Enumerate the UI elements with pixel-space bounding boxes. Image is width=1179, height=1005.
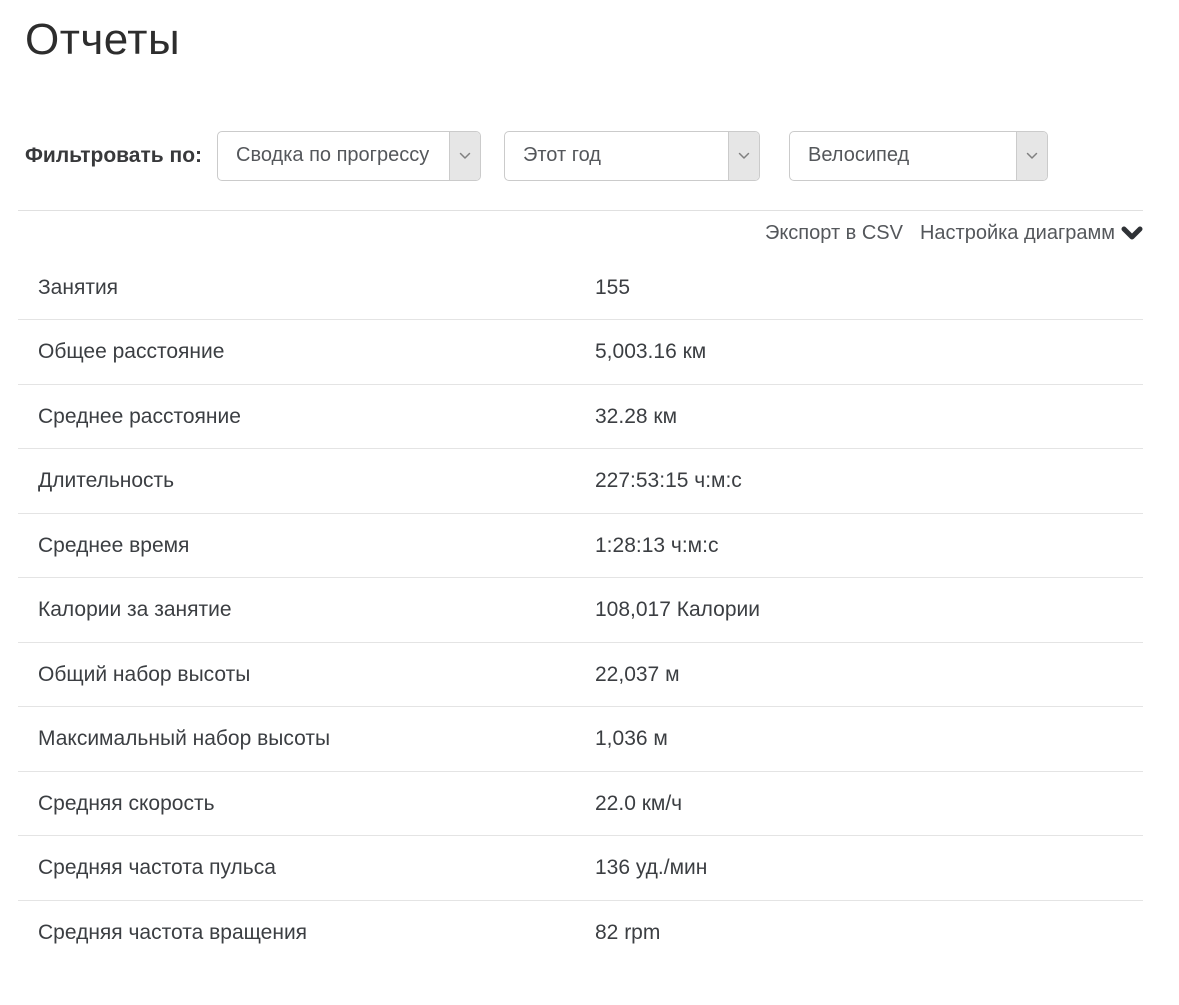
stat-value: 32.28 км [595,405,677,429]
date-range-select-value: Этот год [505,144,601,167]
chevron-down-icon [728,132,759,180]
activity-type-select[interactable]: Велосипед [789,131,1048,181]
stat-label: Длительность [18,469,595,493]
table-row: Среднее расстояние 32.28 км [18,385,1143,450]
stat-label: Средняя частота пульса [18,856,595,880]
stat-label: Максимальный набор высоты [18,727,595,751]
report-type-select[interactable]: Сводка по прогрессу [217,131,481,181]
filter-bar: Фильтровать по: Сводка по прогрессу Этот… [25,131,1179,181]
page-title: Отчеты [0,0,1179,67]
stat-value: 1,036 м [595,727,668,751]
table-row: Среднее время 1:28:13 ч:м:с [18,514,1143,579]
chart-settings-link[interactable]: Настройка диаграмм [920,222,1143,245]
stat-value: 155 [595,276,630,300]
table-row: Калории за занятие 108,017 Калории [18,578,1143,643]
stat-label: Средняя частота вращения [18,921,595,945]
table-row: Средняя частота пульса 136 уд./мин [18,836,1143,901]
stat-value: 1:28:13 ч:м:с [595,534,718,558]
date-range-select[interactable]: Этот год [504,131,760,181]
table-row: Общий набор высоты 22,037 м [18,643,1143,708]
filter-label: Фильтровать по: [25,144,217,168]
stat-value: 136 уд./мин [595,856,707,880]
chart-settings-label: Настройка диаграмм [920,222,1115,245]
chevron-down-icon [449,132,480,180]
table-row: Средняя скорость 22.0 км/ч [18,772,1143,837]
stat-label: Занятия [18,276,595,300]
table-row: Средняя частота вращения 82 rpm [18,901,1143,966]
activity-type-select-value: Велосипед [790,144,909,167]
report-content: Экспорт в CSV Настройка диаграмм Занятия… [18,210,1143,966]
report-toolbar: Экспорт в CSV Настройка диаграмм [18,211,1143,256]
stat-label: Среднее время [18,534,595,558]
stat-value: 82 rpm [595,921,660,945]
stat-label: Общий набор высоты [18,663,595,687]
stat-label: Калории за занятие [18,598,595,622]
stat-value: 5,003.16 км [595,340,706,364]
reports-page: Отчеты Фильтровать по: Сводка по прогрес… [0,0,1179,1005]
export-csv-link[interactable]: Экспорт в CSV [765,222,903,245]
report-stats-table: Занятия 155 Общее расстояние 5,003.16 км… [18,256,1143,966]
stat-label: Общее расстояние [18,340,595,364]
stat-value: 22.0 км/ч [595,792,682,816]
table-row: Занятия 155 [18,256,1143,321]
chevron-down-icon [1016,132,1047,180]
stat-value: 227:53:15 ч:м:с [595,469,742,493]
stat-value: 22,037 м [595,663,680,687]
table-row: Максимальный набор высоты 1,036 м [18,707,1143,772]
stat-label: Средняя скорость [18,792,595,816]
report-type-select-value: Сводка по прогрессу [218,144,429,167]
caret-down-icon [1121,226,1143,241]
table-row: Длительность 227:53:15 ч:м:с [18,449,1143,514]
stat-value: 108,017 Калории [595,598,760,622]
table-row: Общее расстояние 5,003.16 км [18,320,1143,385]
stat-label: Среднее расстояние [18,405,595,429]
